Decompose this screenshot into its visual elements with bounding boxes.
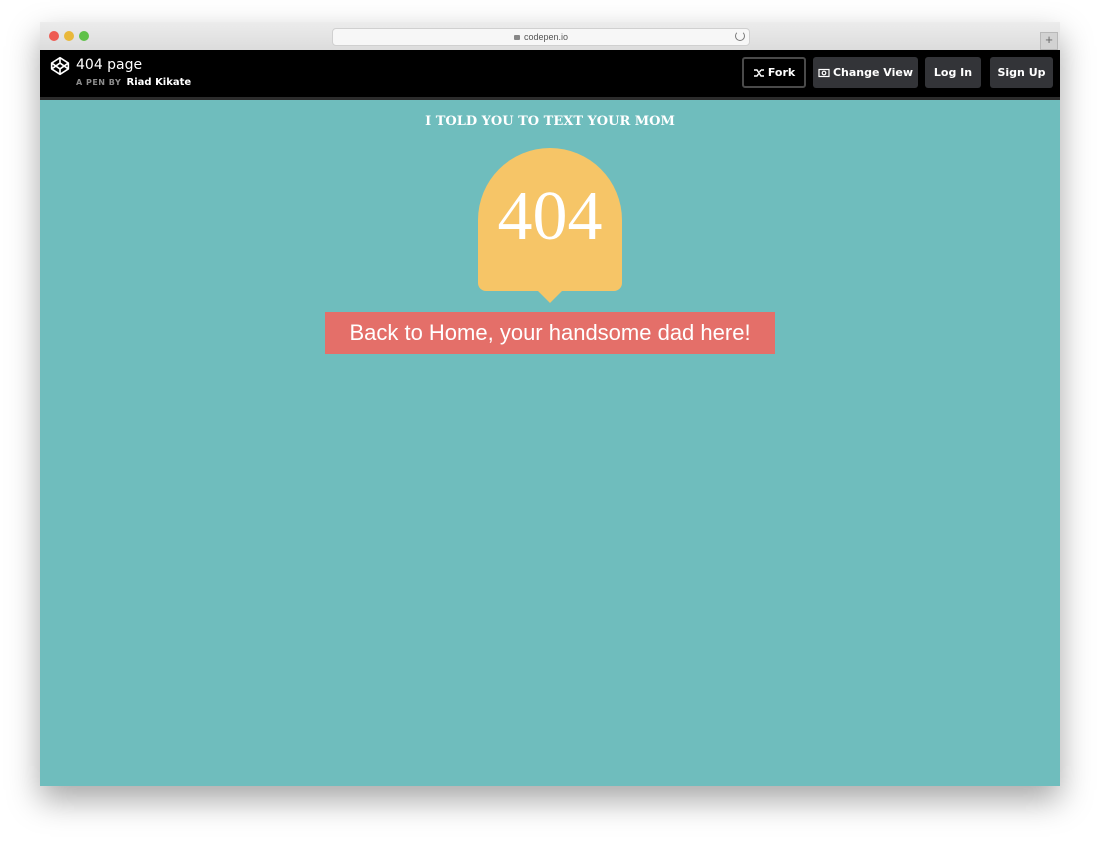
- close-window-button[interactable]: [49, 31, 59, 41]
- maximize-window-button[interactable]: [79, 31, 89, 41]
- pen-preview: I TOLD YOU TO TEXT YOUR MOM 404 Back to …: [40, 100, 1060, 786]
- url-text: codepen.io: [523, 32, 569, 42]
- change-view-label: Change View: [832, 66, 914, 79]
- signup-button[interactable]: Sign Up: [990, 57, 1053, 88]
- change-view-button[interactable]: Change View: [813, 57, 918, 88]
- codepen-logo-icon[interactable]: [50, 56, 70, 76]
- login-button[interactable]: Log In: [925, 57, 981, 88]
- back-home-button[interactable]: Back to Home, your handsome dad here!: [325, 312, 775, 354]
- browser-chrome: codepen.io +: [40, 22, 1060, 51]
- pen-byline: A PEN BY Riad Kikate: [76, 77, 191, 88]
- browser-window: codepen.io + 404 page A PEN BY Riad Kika…: [40, 22, 1060, 786]
- error-code: 404: [497, 178, 603, 255]
- new-tab-button[interactable]: +: [1040, 32, 1058, 50]
- fork-icon: [753, 69, 764, 77]
- fork-button[interactable]: Fork: [742, 57, 806, 88]
- address-bar[interactable]: codepen.io: [332, 28, 750, 46]
- pen-by-label: A PEN BY: [76, 78, 122, 87]
- lock-icon: [513, 35, 520, 40]
- change-view-icon: [818, 68, 830, 78]
- pen-author-link[interactable]: Riad Kikate: [127, 77, 192, 88]
- tagline: I TOLD YOU TO TEXT YOUR MOM: [425, 114, 675, 129]
- minimize-window-button[interactable]: [64, 31, 74, 41]
- fork-label: Fork: [767, 66, 796, 79]
- codepen-header: 404 page A PEN BY Riad Kikate Fork Chang…: [40, 50, 1060, 100]
- error-bubble: 404: [478, 148, 622, 303]
- reload-icon[interactable]: [735, 31, 745, 41]
- pen-title: 404 page: [76, 57, 143, 73]
